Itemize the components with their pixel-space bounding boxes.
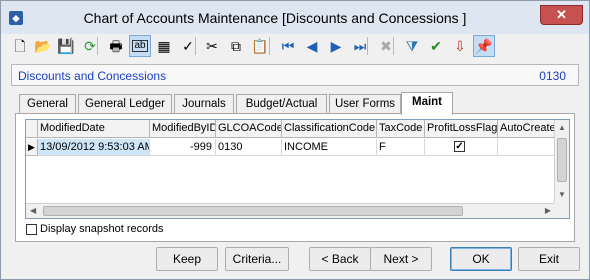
field-view-icon: ab bbox=[132, 40, 148, 52]
table-row[interactable]: ▶ 13/09/2012 9:53:03 AM -999 0130 INCOME… bbox=[26, 139, 569, 156]
horizontal-scrollbar[interactable]: ◀ ▶ bbox=[26, 203, 555, 218]
chart-of-accounts-window: ◆ Chart of Accounts Maintenance [Discoun… bbox=[0, 0, 590, 280]
ok-button[interactable]: OK bbox=[450, 247, 512, 271]
cut-button[interactable]: ✂ bbox=[201, 35, 223, 57]
calculator-icon: ▦ bbox=[157, 38, 171, 54]
approve-button[interactable]: ✔ bbox=[425, 35, 447, 57]
record-header: Discounts and Concessions 0130 bbox=[11, 64, 579, 86]
refresh-icon: ⟳ bbox=[84, 38, 96, 54]
save-icon: 💾 bbox=[57, 38, 75, 54]
record-code: 0130 bbox=[539, 69, 566, 83]
print-icon: 🖶 bbox=[109, 38, 123, 54]
column-header-modified-date[interactable]: ModifiedDate bbox=[38, 120, 150, 138]
pin-icon: 📌 bbox=[475, 38, 493, 54]
cell-tax-code[interactable]: F bbox=[377, 139, 425, 156]
display-snapshot-checkbox[interactable] bbox=[26, 224, 37, 235]
toolbar-separator bbox=[71, 37, 72, 55]
vertical-scrollbar[interactable]: ▲ ▼ bbox=[554, 120, 569, 204]
filter-icon: ⧩ bbox=[405, 38, 419, 54]
tab-journals[interactable]: Journals bbox=[174, 94, 234, 114]
cell-glcoa-code[interactable]: 0130 bbox=[216, 139, 282, 156]
paste-icon: 📋 bbox=[251, 38, 269, 54]
new-button[interactable]: 🗋 bbox=[9, 35, 31, 57]
toolbar-separator bbox=[393, 37, 394, 55]
scroll-corner bbox=[554, 203, 569, 218]
tab-user-forms[interactable]: User Forms bbox=[329, 94, 401, 114]
cell-profit-loss-flag[interactable]: ✓ bbox=[425, 139, 498, 156]
column-header-glcoa-code[interactable]: GLCOACode bbox=[216, 120, 282, 138]
import-button[interactable]: ⇩ bbox=[449, 35, 471, 57]
column-header-auto-create[interactable]: AutoCreate bbox=[498, 120, 555, 138]
spellcheck-icon: ✓ bbox=[182, 38, 194, 54]
column-header-modified-by-id[interactable]: ModifiedByID bbox=[150, 120, 216, 138]
header-indicator-cell bbox=[26, 120, 38, 138]
paste-button[interactable]: 📋 bbox=[249, 35, 271, 57]
scroll-up-icon[interactable]: ▲ bbox=[558, 123, 566, 132]
cell-auto-create[interactable] bbox=[498, 139, 555, 156]
toolbar-separator bbox=[97, 37, 98, 55]
column-header-tax-code[interactable]: TaxCode bbox=[377, 120, 425, 138]
cell-modified-date[interactable]: 13/09/2012 9:53:03 AM bbox=[38, 139, 150, 156]
toolbar-separator bbox=[269, 37, 270, 55]
last-record-icon: ⏭ bbox=[353, 38, 367, 54]
title-bar: ◆ Chart of Accounts Maintenance [Discoun… bbox=[1, 1, 589, 34]
previous-record-icon: ◀ bbox=[306, 38, 318, 54]
window-title: Chart of Accounts Maintenance [Discounts… bbox=[83, 10, 467, 26]
criteria-button[interactable]: Criteria... bbox=[225, 247, 289, 271]
pin-button[interactable]: 📌 bbox=[473, 35, 495, 57]
profit-loss-flag-checkbox[interactable]: ✓ bbox=[454, 141, 465, 152]
maint-tab-panel: ModifiedDate ModifiedByID GLCOACode Clas… bbox=[15, 113, 575, 242]
open-folder-icon: 📂 bbox=[34, 38, 52, 54]
current-row-indicator-icon: ▶ bbox=[26, 139, 38, 156]
tab-budget-actual[interactable]: Budget/Actual bbox=[236, 94, 327, 114]
vertical-scroll-thumb[interactable] bbox=[557, 138, 567, 182]
record-name: Discounts and Concessions bbox=[18, 69, 167, 83]
new-icon: 🗋 bbox=[14, 38, 26, 54]
copy-icon: ⧉ bbox=[231, 38, 241, 54]
calculator-button[interactable]: ▦ bbox=[153, 35, 175, 57]
cell-classification-code[interactable]: INCOME bbox=[282, 139, 377, 156]
scroll-left-icon[interactable]: ◀ bbox=[30, 206, 36, 215]
previous-record-button[interactable]: ◀ bbox=[301, 35, 323, 57]
column-header-classification-code[interactable]: ClassificationCode bbox=[282, 120, 377, 138]
grid-header: ModifiedDate ModifiedByID GLCOACode Clas… bbox=[26, 120, 569, 138]
tab-maint[interactable]: Maint bbox=[401, 92, 453, 115]
exit-button[interactable]: Exit bbox=[518, 247, 580, 271]
tab-general[interactable]: General bbox=[19, 94, 76, 114]
approve-icon: ✔ bbox=[430, 38, 442, 54]
display-snapshot-label: Display snapshot records bbox=[40, 223, 164, 235]
scroll-right-icon[interactable]: ▶ bbox=[545, 206, 551, 215]
field-view-button[interactable]: ab bbox=[129, 35, 151, 57]
toolbar-separator bbox=[195, 37, 196, 55]
first-record-icon: ⏮ bbox=[281, 38, 295, 54]
save-button[interactable]: 💾 bbox=[55, 35, 77, 57]
import-icon: ⇩ bbox=[454, 38, 466, 54]
close-button[interactable]: ✕ bbox=[540, 5, 583, 25]
delete-icon: ✖ bbox=[380, 38, 392, 54]
maint-grid[interactable]: ModifiedDate ModifiedByID GLCOACode Clas… bbox=[25, 119, 570, 219]
next-record-button[interactable]: ▶ bbox=[325, 35, 347, 57]
toolbar-separator bbox=[367, 37, 368, 55]
keep-button[interactable]: Keep bbox=[156, 247, 218, 271]
print-button[interactable]: 🖶 bbox=[105, 35, 127, 57]
first-record-button[interactable]: ⏮ bbox=[277, 35, 299, 57]
scroll-down-icon[interactable]: ▼ bbox=[558, 190, 566, 199]
back-button[interactable]: < Back bbox=[309, 247, 371, 271]
next-record-icon: ▶ bbox=[330, 38, 342, 54]
filter-button[interactable]: ⧩ bbox=[401, 35, 423, 57]
cell-modified-by-id[interactable]: -999 bbox=[150, 139, 216, 156]
toolbar: 🗋 📂 💾 ⟳ 🖶 ab ▦ ✓ ✂ ⧉ 📋 ⏮ ◀ ▶ ⏭ ✖ ⧩ ✔ ⇩ 📌 bbox=[5, 35, 587, 59]
cut-icon: ✂ bbox=[206, 38, 218, 54]
tab-general-ledger[interactable]: General Ledger bbox=[78, 94, 172, 114]
column-header-profit-loss-flag[interactable]: ProfitLossFlag bbox=[425, 120, 498, 138]
open-folder-button[interactable]: 📂 bbox=[32, 35, 54, 57]
next-button[interactable]: Next > bbox=[370, 247, 432, 271]
copy-button[interactable]: ⧉ bbox=[225, 35, 247, 57]
horizontal-scroll-thumb[interactable] bbox=[43, 206, 463, 216]
